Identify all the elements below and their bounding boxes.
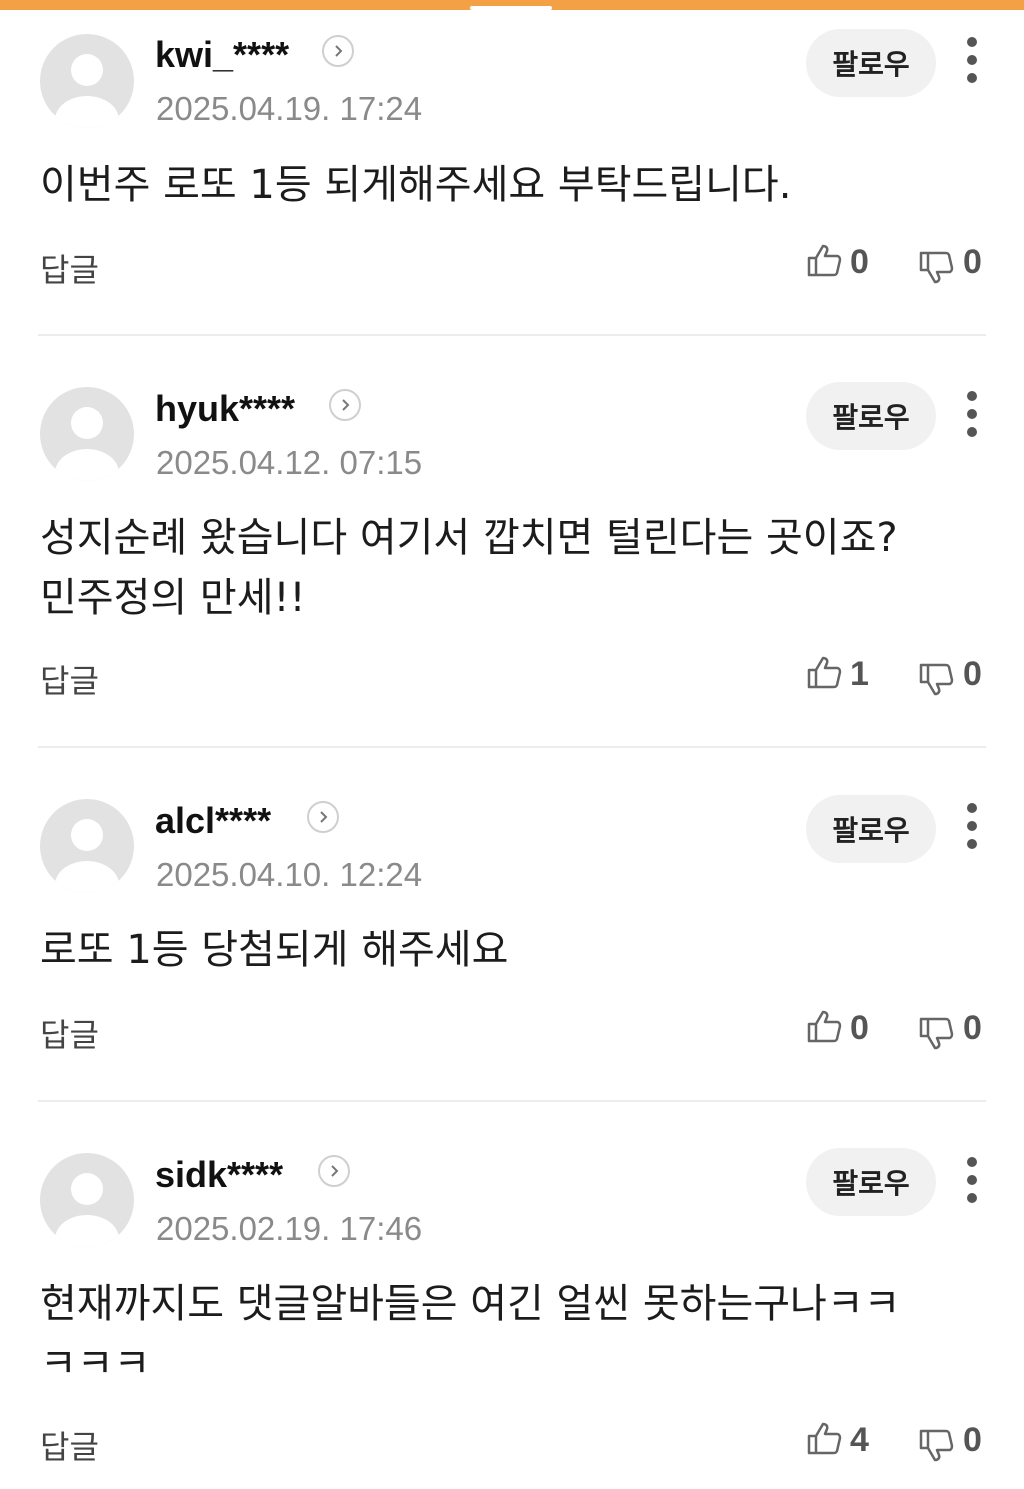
default-avatar-icon xyxy=(55,407,119,481)
avatar[interactable] xyxy=(40,799,134,893)
like-count: 4 xyxy=(850,1421,869,1459)
timestamp: 2025.04.19. 17:24 xyxy=(156,90,423,127)
thumbs-down-icon[interactable] xyxy=(918,250,954,286)
default-avatar-icon xyxy=(55,54,119,128)
comment-text: 현재까지도 댓글알바들은 여긴 얼씬 못하는구나ㅋㅋ ㅋㅋㅋ xyxy=(40,1281,901,1387)
thumbs-up-icon[interactable] xyxy=(806,242,842,278)
username[interactable]: sidk**** xyxy=(155,1154,283,1196)
more-vertical-icon[interactable] xyxy=(962,36,982,84)
chevron-right-icon[interactable] xyxy=(322,35,354,67)
timestamp: 2025.02.19. 17:46 xyxy=(156,1210,423,1247)
username[interactable]: alcl**** xyxy=(155,800,271,842)
chevron-right-icon[interactable] xyxy=(318,1155,350,1187)
thumbs-down-icon[interactable] xyxy=(918,662,954,698)
username[interactable]: hyuk**** xyxy=(155,388,295,430)
comment-text: 로또 1등 당첨되게 해주세요 xyxy=(40,927,509,973)
more-vertical-icon[interactable] xyxy=(962,390,982,438)
more-vertical-icon[interactable] xyxy=(962,1156,982,1204)
avatar[interactable] xyxy=(40,387,134,481)
thumbs-up-icon[interactable] xyxy=(806,1420,842,1456)
dislike-count: 0 xyxy=(963,1009,982,1047)
thumbs-down-icon[interactable] xyxy=(918,1016,954,1052)
reply-button[interactable]: 답글 xyxy=(40,1422,99,1468)
thumbs-up-icon[interactable] xyxy=(806,654,842,690)
dislike-count: 0 xyxy=(963,1421,982,1459)
divider xyxy=(38,334,986,336)
avatar[interactable] xyxy=(40,34,134,128)
follow-button[interactable]: 팔로우 xyxy=(806,795,936,863)
like-count: 0 xyxy=(850,1009,869,1047)
chevron-right-icon[interactable] xyxy=(307,801,339,833)
default-avatar-icon xyxy=(55,819,119,893)
timestamp: 2025.04.10. 12:24 xyxy=(156,856,423,893)
chevron-right-icon[interactable] xyxy=(329,389,361,421)
reply-button[interactable]: 답글 xyxy=(40,656,99,702)
default-avatar-icon xyxy=(55,1173,119,1247)
like-count: 0 xyxy=(850,243,869,281)
follow-button[interactable]: 팔로우 xyxy=(806,382,936,450)
thumbs-up-icon[interactable] xyxy=(806,1008,842,1044)
dislike-count: 0 xyxy=(963,655,982,693)
like-count: 1 xyxy=(850,655,869,693)
more-vertical-icon[interactable] xyxy=(962,802,982,850)
divider xyxy=(38,1100,986,1102)
follow-button[interactable]: 팔로우 xyxy=(806,29,936,97)
comment-text: 이번주 로또 1등 되게해주세요 부탁드립니다. xyxy=(40,162,792,208)
dislike-count: 0 xyxy=(963,243,982,281)
timestamp: 2025.04.12. 07:15 xyxy=(156,444,423,481)
comment-text: 성지순례 왔습니다 여기서 깝치면 털린다는 곳이죠? 민주정의 만세!! xyxy=(40,515,898,621)
top-accent-bar xyxy=(0,0,1024,10)
divider xyxy=(38,746,986,748)
follow-button[interactable]: 팔로우 xyxy=(806,1148,936,1216)
thumbs-down-icon[interactable] xyxy=(918,1428,954,1464)
reply-button[interactable]: 답글 xyxy=(40,245,99,291)
avatar[interactable] xyxy=(40,1153,134,1247)
username[interactable]: kwi_**** xyxy=(155,34,289,76)
reply-button[interactable]: 답글 xyxy=(40,1010,99,1056)
top-bar-handle xyxy=(470,6,552,10)
